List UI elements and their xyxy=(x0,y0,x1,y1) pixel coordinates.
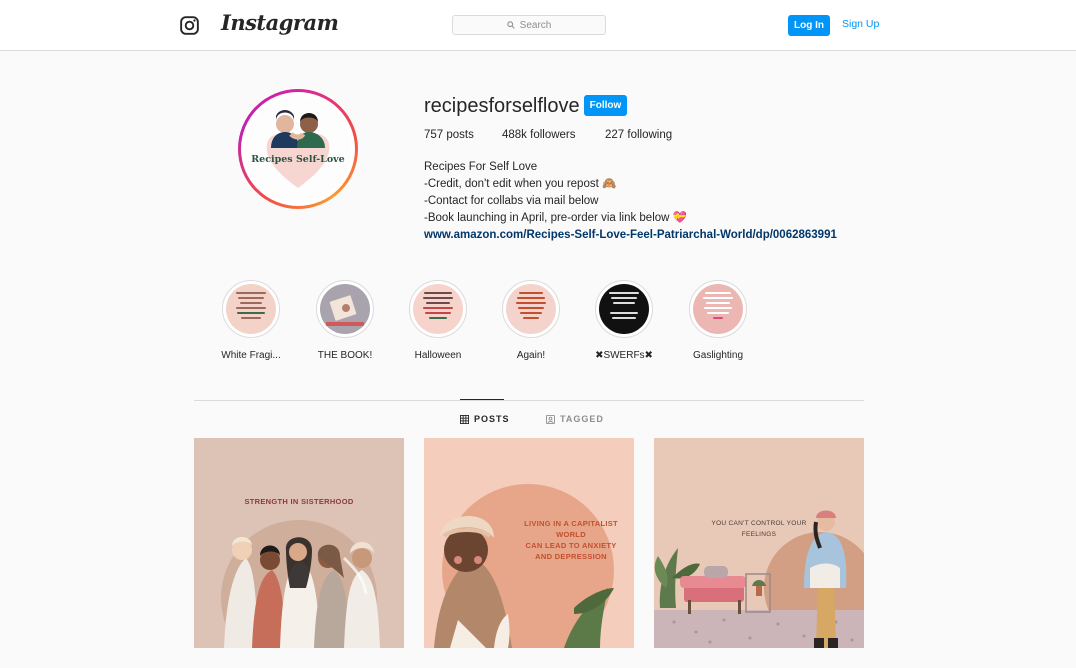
active-tab-indicator xyxy=(460,399,504,400)
post-thumbnail[interactable]: YOU CAN'T CONTROL YOUR FEELINGS xyxy=(654,438,864,648)
highlight-cover-image xyxy=(413,284,463,334)
log-in-button[interactable]: Log In xyxy=(788,15,830,36)
bio-line: -Book launching in April, pre-order via … xyxy=(424,212,687,224)
highlight-label: White Fragi... xyxy=(221,350,281,361)
post-caption: YOU CAN'T CONTROL YOUR FEELINGS xyxy=(711,520,807,538)
post-thumbnail[interactable]: LIVING IN A CAPITALIST WORLD CAN LEAD TO… xyxy=(424,438,634,648)
story-highlight[interactable]: Gaslighting xyxy=(673,280,763,361)
bio-line: -Credit, don't edit when you repost 🙈 xyxy=(424,178,617,190)
post-caption-line: LIVING IN A CAPITALIST WORLD xyxy=(524,519,618,539)
highlight-cover xyxy=(689,280,747,338)
bio-full-name: Recipes For Self Love xyxy=(424,161,538,173)
avatar: Recipes Self-Love xyxy=(245,96,351,202)
avatar-illustration xyxy=(266,110,330,188)
search-icon xyxy=(506,21,515,29)
highlight-cover xyxy=(222,280,280,338)
highlight-cover xyxy=(409,280,467,338)
followers-count-link[interactable]: 488k followers xyxy=(502,129,576,141)
post-illustration xyxy=(221,520,380,648)
story-highlight[interactable]: Halloween xyxy=(393,280,483,361)
story-highlight[interactable]: White Fragi... xyxy=(206,280,296,361)
profile-username: recipesforselflove xyxy=(424,95,580,117)
highlight-cover-image xyxy=(320,284,370,334)
tab-tagged[interactable]: TAGGED xyxy=(546,414,604,424)
highlight-label: Gaslighting xyxy=(692,350,744,361)
story-highlight[interactable]: ✖SWERFs✖ xyxy=(579,280,669,361)
instagram-glyph-icon[interactable] xyxy=(180,16,199,35)
profile-avatar-story-ring[interactable]: Recipes Self-Love xyxy=(238,89,358,209)
tab-posts[interactable]: POSTS xyxy=(460,414,510,424)
avatar-inner-border: Recipes Self-Love xyxy=(241,92,355,206)
highlight-label: ✖SWERFs✖ xyxy=(595,350,653,361)
highlight-cover-image xyxy=(599,284,649,334)
sign-up-link[interactable]: Sign Up xyxy=(842,18,879,30)
story-highlight[interactable]: Again! xyxy=(486,280,576,361)
highlight-cover xyxy=(502,280,560,338)
post-caption: LIVING IN A CAPITALIST WORLD CAN LEAD TO… xyxy=(516,518,626,562)
top-navigation-bar: Instagram Search Log In Sign Up xyxy=(0,0,1076,51)
header-divider xyxy=(210,14,211,36)
highlight-label: Halloween xyxy=(414,350,462,361)
bio-line: -Contact for collabs via mail below xyxy=(424,195,599,207)
tab-posts-label: POSTS xyxy=(474,414,510,424)
story-highlight[interactable]: THE BOOK! xyxy=(300,280,390,361)
avatar-logo-text: Recipes Self-Love xyxy=(251,154,345,165)
post-illustration xyxy=(654,510,864,648)
highlight-label: Again! xyxy=(516,350,546,361)
search-placeholder: Search xyxy=(519,19,552,31)
highlight-cover xyxy=(595,280,653,338)
tabs-divider xyxy=(194,400,864,401)
highlight-label: THE BOOK! xyxy=(317,350,373,361)
grid-icon xyxy=(460,414,469,424)
following-count-link[interactable]: 227 following xyxy=(605,129,672,141)
post-caption-line: AND DEPRESSION xyxy=(535,552,607,561)
bio-external-link[interactable]: www.amazon.com/Recipes-Self-Love-Feel-Pa… xyxy=(424,227,837,244)
post-thumbnail[interactable]: STRENGTH IN SISTERHOOD xyxy=(194,438,404,648)
highlight-cover xyxy=(316,280,374,338)
highlight-cover-image xyxy=(506,284,556,334)
tab-tagged-label: TAGGED xyxy=(560,414,604,424)
posts-count: 757 posts xyxy=(424,129,474,141)
search-input[interactable]: Search xyxy=(452,15,606,35)
follow-button[interactable]: Follow xyxy=(584,95,627,116)
profile-bio: Recipes For Self Love -Credit, don't edi… xyxy=(424,159,837,244)
instagram-wordmark-logo[interactable]: Instagram xyxy=(221,10,339,35)
tagged-user-icon xyxy=(546,414,555,424)
post-caption: STRENGTH IN SISTERHOOD xyxy=(244,497,354,506)
highlight-cover-image xyxy=(693,284,743,334)
post-caption-line: CAN LEAD TO ANXIETY xyxy=(525,541,617,550)
highlight-cover-image xyxy=(226,284,276,334)
